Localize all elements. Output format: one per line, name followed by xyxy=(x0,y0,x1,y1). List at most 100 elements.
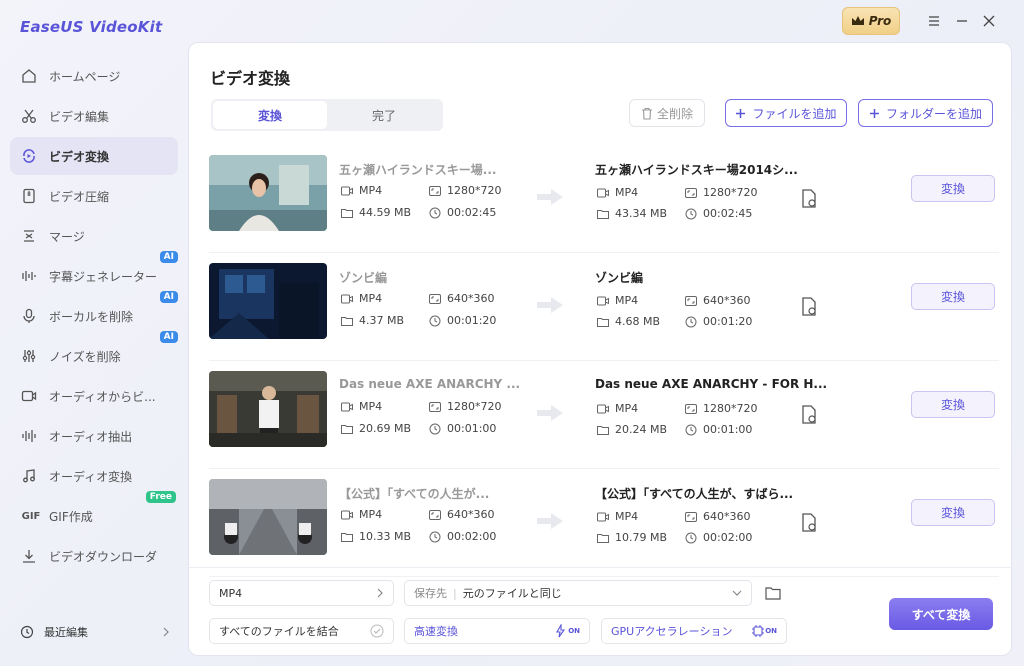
sidebar-item-label: マージ xyxy=(49,229,85,244)
add-file-button[interactable]: ファイルを追加 xyxy=(725,99,847,127)
folder-icon xyxy=(597,316,609,328)
tab-done[interactable]: 完了 xyxy=(327,101,441,129)
sidebar-item-gif[interactable]: GIF GIF作成 Free xyxy=(10,491,178,535)
sidebar-item-home[interactable]: ホームページ xyxy=(10,57,178,95)
fast-convert-toggle[interactable]: 高速変換 ON xyxy=(404,618,590,644)
add-folder-button[interactable]: フォルダーを追加 xyxy=(858,99,993,127)
sidebar-item-label: オーディオからビ... xyxy=(49,389,156,404)
output-duration: 00:02:00 xyxy=(685,531,752,544)
save-label: 保存先 xyxy=(414,587,447,600)
sidebar-item-label: 字幕ジェネレーター xyxy=(49,269,158,284)
recent-label: 最近編集 xyxy=(44,626,88,639)
tab-convert[interactable]: 変換 xyxy=(213,101,327,129)
menu-icon[interactable] xyxy=(923,10,945,32)
arrow-right-icon xyxy=(537,513,563,529)
sidebar-item-noise-remove[interactable]: ノイズを削除 AI xyxy=(10,331,178,375)
ai-badge: AI xyxy=(159,331,178,343)
gif-icon: GIF xyxy=(21,510,41,522)
convert-button[interactable]: 変換 xyxy=(911,175,995,202)
page-title: ビデオ変換 xyxy=(210,69,291,88)
scissors-icon xyxy=(20,107,38,125)
sidebar-item-video-compress[interactable]: ビデオ圧縮 xyxy=(10,177,178,215)
source-format: MP4 xyxy=(341,508,382,521)
recent-edits[interactable]: 最近編集 xyxy=(20,624,170,640)
convert-button[interactable]: 変換 xyxy=(911,283,995,310)
add-folder-label: フォルダーを追加 xyxy=(885,106,982,121)
output-size: 43.34 MB xyxy=(597,207,667,220)
source-duration: 00:02:00 xyxy=(429,530,496,543)
home-icon xyxy=(20,67,38,85)
sidebar-item-video-convert[interactable]: ビデオ変換 xyxy=(10,137,178,175)
clock-icon xyxy=(20,625,34,639)
source-size: 20.69 MB xyxy=(341,422,411,435)
arrow-right-icon xyxy=(537,189,563,205)
output-resolution: 1280*720 xyxy=(685,402,758,415)
sidebar-item-label: オーディオ変換 xyxy=(49,469,133,484)
app-logo: EaseUS VideoKit xyxy=(20,18,163,36)
output-settings-icon[interactable] xyxy=(801,405,819,425)
source-size: 44.59 MB xyxy=(341,206,411,219)
convert-button[interactable]: 変換 xyxy=(911,499,995,526)
save-location-select[interactable]: 保存先 | 元のファイルと同じ xyxy=(404,580,752,606)
file-row: 【公式】「すべての人生が... MP4 640*360 10.33 MB 00:… xyxy=(209,473,999,577)
gpu-label: GPUアクセラレーション xyxy=(611,625,733,638)
merge-label: すべてのファイルを結合 xyxy=(219,625,339,638)
folder-icon xyxy=(597,424,609,436)
clock-icon xyxy=(685,208,697,220)
merge-all-toggle[interactable]: すべてのファイルを結合 xyxy=(209,618,394,644)
folder-icon[interactable] xyxy=(765,586,781,600)
source-duration: 00:01:00 xyxy=(429,422,496,435)
sidebar-item-audio-convert[interactable]: オーディオ変換 xyxy=(10,457,178,495)
output-file-name: ゾンビ編 xyxy=(595,271,644,285)
clock-icon xyxy=(685,316,697,328)
resolution-icon xyxy=(429,293,441,305)
sidebar-item-label: オーディオ抽出 xyxy=(49,429,133,444)
chevron-right-icon xyxy=(376,588,384,598)
source-file-name: Das neue AXE ANARCHY ... xyxy=(339,377,521,391)
minimize-icon[interactable] xyxy=(951,10,973,32)
output-format-value: MP4 xyxy=(219,586,243,600)
source-format: MP4 xyxy=(341,292,382,305)
check-circle-icon xyxy=(370,624,384,638)
add-file-label: ファイルを追加 xyxy=(752,106,837,121)
folder-icon xyxy=(597,532,609,544)
convert-all-button[interactable]: すべて変換 xyxy=(889,598,993,630)
output-resolution: 1280*720 xyxy=(685,186,758,199)
sidebar-item-merge[interactable]: マージ xyxy=(10,217,178,255)
close-icon[interactable] xyxy=(978,10,1000,32)
pro-button[interactable]: Pro xyxy=(842,7,900,35)
output-settings-icon[interactable] xyxy=(801,513,819,533)
output-size: 4.68 MB xyxy=(597,315,660,328)
sidebar-item-label: ボーカルを削除 xyxy=(49,309,134,324)
chevron-down-icon xyxy=(732,589,742,597)
gpu-acceleration-toggle[interactable]: GPUアクセラレーション ON xyxy=(601,618,787,644)
output-format: MP4 xyxy=(597,186,638,199)
sidebar-item-subtitle[interactable]: 字幕ジェネレーター AI xyxy=(10,251,178,295)
lightning-icon: ON xyxy=(554,624,580,638)
sidebar-item-audio-extract[interactable]: オーディオ抽出 xyxy=(10,417,178,455)
sidebar-item-vocal-remove[interactable]: ボーカルを削除 AI xyxy=(10,291,178,335)
download-icon xyxy=(20,547,38,565)
video-icon xyxy=(597,187,609,199)
source-resolution: 1280*720 xyxy=(429,184,502,197)
equalizer-icon xyxy=(20,347,38,365)
convert-button[interactable]: 変換 xyxy=(911,391,995,418)
sidebar-item-video-edit[interactable]: ビデオ編集 xyxy=(10,97,178,135)
output-duration: 00:01:00 xyxy=(685,423,752,436)
resolution-icon xyxy=(685,295,697,307)
sidebar-item-audio-to-video[interactable]: オーディオからビ... xyxy=(10,377,178,415)
clock-icon xyxy=(429,531,441,543)
source-file-name: 【公式】「すべての人生が... xyxy=(339,487,490,501)
sidebar: ホームページ ビデオ編集 ビデオ変換 ビデオ圧縮 マージ 字幕ジェネレーター A… xyxy=(0,55,188,577)
output-settings-icon[interactable] xyxy=(801,297,819,317)
ai-badge: AI xyxy=(159,251,178,263)
source-format: MP4 xyxy=(341,400,382,413)
resolution-icon xyxy=(429,185,441,197)
output-format: MP4 xyxy=(597,402,638,415)
output-settings-icon[interactable] xyxy=(801,189,819,209)
delete-all-button[interactable]: 全削除 xyxy=(629,99,705,127)
source-duration: 00:01:20 xyxy=(429,314,496,327)
output-format-select[interactable]: MP4 xyxy=(209,580,394,606)
arrow-right-icon xyxy=(537,405,563,421)
sidebar-item-downloader[interactable]: ビデオダウンローダ xyxy=(10,537,178,575)
